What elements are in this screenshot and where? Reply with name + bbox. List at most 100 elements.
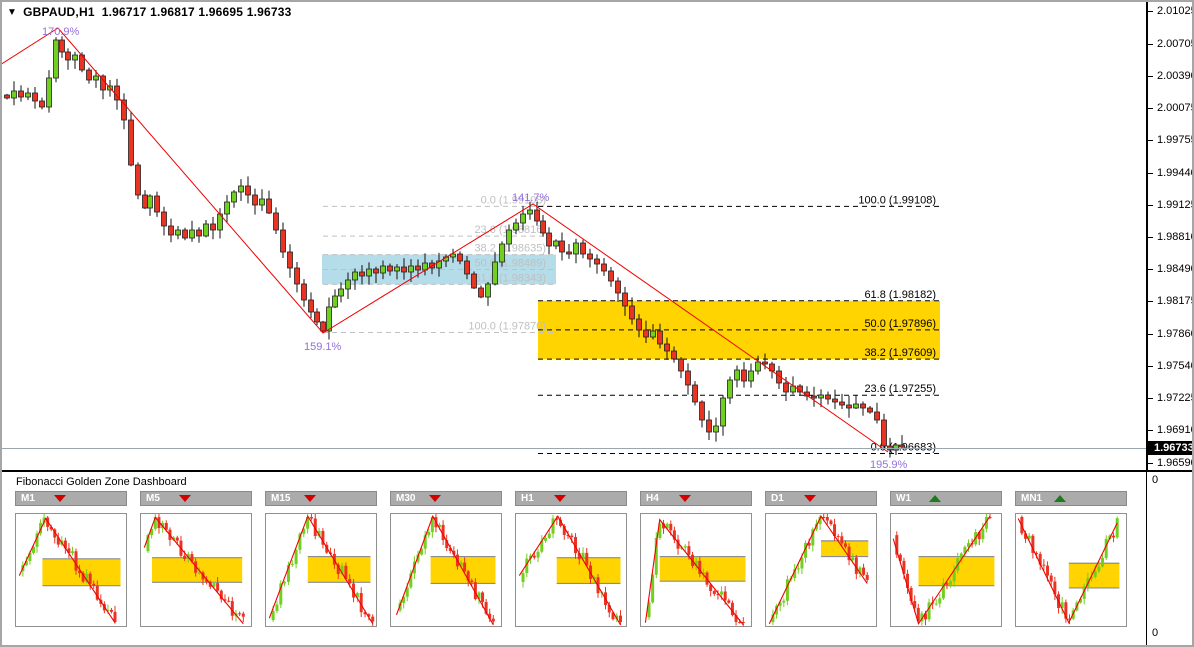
axis-tick-label: 2.00075 (1157, 102, 1194, 114)
panel-header-H4[interactable]: H4 (640, 491, 752, 506)
candle-body (567, 252, 572, 254)
panel-chart-W1[interactable] (891, 514, 1001, 626)
dashboard-panel-M5[interactable]: M5 (140, 491, 252, 627)
candle-body (560, 241, 565, 252)
panel-timeframe-label: D1 (771, 493, 784, 504)
chart-quote-line: ▼GBPAUD,H1 1.96717 1.96817 1.96695 1.967… (7, 5, 291, 19)
fibonacci-dashboard-panel: Fibonacci Golden Zone Dashboard M1 M5 M15 M… (0, 472, 1147, 645)
panel-chart-M15[interactable] (266, 514, 376, 626)
panel-chart-M30[interactable] (391, 514, 501, 626)
candle-body (819, 395, 824, 398)
candle-body (574, 243, 579, 254)
mini-body (1101, 558, 1104, 567)
candle-body (40, 101, 45, 107)
candle-body (288, 252, 293, 268)
dashboard-title: Fibonacci Golden Zone Dashboard (16, 476, 187, 488)
candle-body (756, 362, 761, 371)
axis-tick-label: 1.98175 (1157, 295, 1194, 307)
candle-body (679, 359, 684, 371)
panel-header-W1[interactable]: W1 (890, 491, 1002, 506)
candle-body (122, 100, 127, 120)
mini-body (862, 568, 865, 575)
axis-tick-label: 1.96590 (1157, 457, 1194, 469)
axis-tick (1148, 205, 1153, 206)
candle-body (225, 202, 230, 214)
mini-body (981, 529, 984, 539)
price-axis[interactable]: 1.96733 2.010252.007052.003902.000751.99… (1147, 0, 1194, 470)
trend-down-icon (679, 495, 692, 503)
panel-header-M15[interactable]: M15 (265, 491, 377, 506)
mini-body (75, 551, 78, 570)
candle-body (26, 93, 31, 97)
candle-body (665, 344, 670, 351)
candle-body (735, 370, 740, 380)
candle-body (183, 230, 188, 238)
axis-tick-label: 1.99440 (1157, 167, 1194, 179)
panel-chart-D1[interactable] (766, 514, 876, 626)
mini-body (537, 552, 540, 558)
fib-gray-label: 61.8 (1.98343) (474, 272, 546, 284)
candle-body (686, 371, 691, 385)
panel-header-M1[interactable]: M1 (15, 491, 127, 506)
axis-tick-label: 1.99125 (1157, 199, 1194, 211)
axis-tick (1148, 366, 1153, 367)
mini-zigzag-line (769, 516, 867, 624)
mini-body (238, 613, 241, 614)
dashboard-panel-H1[interactable]: H1 (515, 491, 627, 627)
dashboard-panel-W1[interactable]: W1 (890, 491, 1002, 627)
mini-body (837, 536, 840, 537)
candle-body (861, 404, 866, 408)
pane-divider[interactable] (0, 470, 1194, 472)
current-price-badge: 1.96733 (1148, 441, 1194, 455)
trend-down-icon (179, 495, 192, 503)
panel-chart-M5[interactable] (141, 514, 251, 626)
candle-body (155, 196, 160, 212)
main-price-chart[interactable]: 0.0 (1.99108)23.6 (1.98816)38.2 (1.98635… (0, 0, 1147, 470)
panel-header-D1[interactable]: D1 (765, 491, 877, 506)
panel-header-H1[interactable]: H1 (515, 491, 627, 506)
candle-body (868, 408, 873, 412)
panel-chart-H1[interactable] (516, 514, 626, 626)
mini-body (727, 600, 730, 602)
dashboard-panel-D1[interactable]: D1 (765, 491, 877, 627)
candle-body (721, 398, 726, 426)
candle-body (602, 264, 607, 271)
candle-body (169, 226, 174, 235)
axis-tick-label: 1.97540 (1157, 360, 1194, 372)
candle-body (274, 213, 279, 230)
candle-body (5, 95, 10, 98)
panel-timeframe-label: MN1 (1021, 493, 1042, 504)
mini-body (492, 619, 495, 622)
mini-golden-zone (660, 557, 746, 582)
dashboard-panel-H4[interactable]: H4 (640, 491, 752, 627)
chart-quote-text: GBPAUD,H1 1.96717 1.96817 1.96695 1.9673… (23, 5, 291, 19)
trend-down-icon (429, 495, 442, 503)
candle-body (148, 196, 153, 208)
mini-body (470, 581, 473, 583)
panel-header-MN1[interactable]: MN1 (1015, 491, 1127, 506)
panel-chart-M1[interactable] (16, 514, 126, 626)
axis-tick-label: 2.00390 (1157, 70, 1194, 82)
mini-body (522, 573, 525, 582)
candle-body (73, 55, 78, 60)
panel-header-M30[interactable]: M30 (390, 491, 502, 506)
axis-tick (1148, 301, 1153, 302)
mini-body (1097, 566, 1100, 570)
dashboard-panel-M15[interactable]: M15 (265, 491, 377, 627)
zigzag-line (0, 28, 888, 452)
panel-chart-MN1[interactable] (1016, 514, 1126, 626)
panel-header-M5[interactable]: M5 (140, 491, 252, 506)
zigzag-extension-label: 159.1% (304, 341, 342, 353)
panel-chart-H4[interactable] (641, 514, 751, 626)
axis-tick (1148, 430, 1153, 431)
candle-body (479, 288, 484, 297)
dashboard-panel-M1[interactable]: M1 (15, 491, 127, 627)
fib-gray-label: 50.0 (1.98489) (474, 257, 546, 269)
candle-body (381, 266, 386, 273)
candle-body (60, 40, 65, 52)
candle-body (707, 420, 712, 432)
dashboard-panel-M30[interactable]: M30 (390, 491, 502, 627)
dashboard-panel-MN1[interactable]: MN1 (1015, 491, 1127, 627)
candle-body (143, 195, 148, 208)
candle-body (672, 351, 677, 359)
